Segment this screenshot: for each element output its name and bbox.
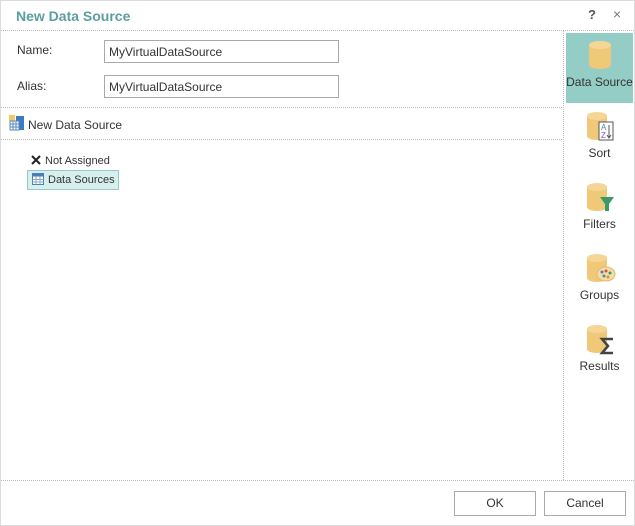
tree-item-label: Data Sources <box>48 174 115 186</box>
palette-icon <box>584 252 616 284</box>
title-bar: New Data Source ? × <box>1 1 634 31</box>
nav-results[interactable]: Results <box>566 317 633 387</box>
new-datasource-icon <box>9 115 25 134</box>
dialog-title: New Data Source <box>16 8 131 24</box>
nav-groups[interactable]: Groups <box>566 246 633 316</box>
alias-input[interactable] <box>104 75 339 98</box>
sigma-icon <box>584 323 616 355</box>
help-button[interactable]: ? <box>588 7 596 22</box>
nav-label: Data Source <box>566 75 633 89</box>
close-button[interactable]: × <box>613 6 621 22</box>
side-nav: Data Source A Z Sort Filters Groups Resu… <box>563 31 635 480</box>
nav-label: Results <box>579 359 620 373</box>
new-data-source-dialog: New Data Source ? × Name: Alias: New Dat <box>0 0 635 526</box>
new-data-source-header[interactable]: New Data Source <box>9 115 122 134</box>
nav-label: Groups <box>579 288 620 302</box>
alias-label: Alias: <box>17 79 47 93</box>
database-icon <box>584 39 616 71</box>
dialog-footer: OK Cancel <box>1 480 634 526</box>
new-data-source-label: New Data Source <box>28 117 123 132</box>
main-panel: Name: Alias: New Data Source <box>1 31 562 480</box>
tree-item-data-sources[interactable]: Data Sources <box>27 170 119 190</box>
table-icon <box>32 172 44 188</box>
tree-item-label: Not Assigned <box>45 155 110 167</box>
nav-data-source[interactable]: Data Source <box>566 33 633 103</box>
nav-sort[interactable]: A Z Sort <box>566 104 633 174</box>
nav-filters[interactable]: Filters <box>566 175 633 245</box>
ok-button[interactable]: OK <box>454 491 536 516</box>
svg-text:Z: Z <box>601 131 606 140</box>
separator <box>1 107 562 108</box>
name-input[interactable] <box>104 40 339 63</box>
tree-item-not-assigned[interactable]: Not Assigned <box>27 152 119 170</box>
filter-icon <box>584 181 616 213</box>
name-label: Name: <box>17 43 53 57</box>
x-icon <box>31 154 41 168</box>
separator <box>1 139 562 140</box>
cancel-button[interactable]: Cancel <box>544 491 626 516</box>
nav-label: Filters <box>583 217 616 231</box>
nav-label: Sort <box>588 146 611 160</box>
data-tree: Not Assigned Data Sources <box>27 152 119 190</box>
sort-az-icon: A Z <box>584 110 616 142</box>
